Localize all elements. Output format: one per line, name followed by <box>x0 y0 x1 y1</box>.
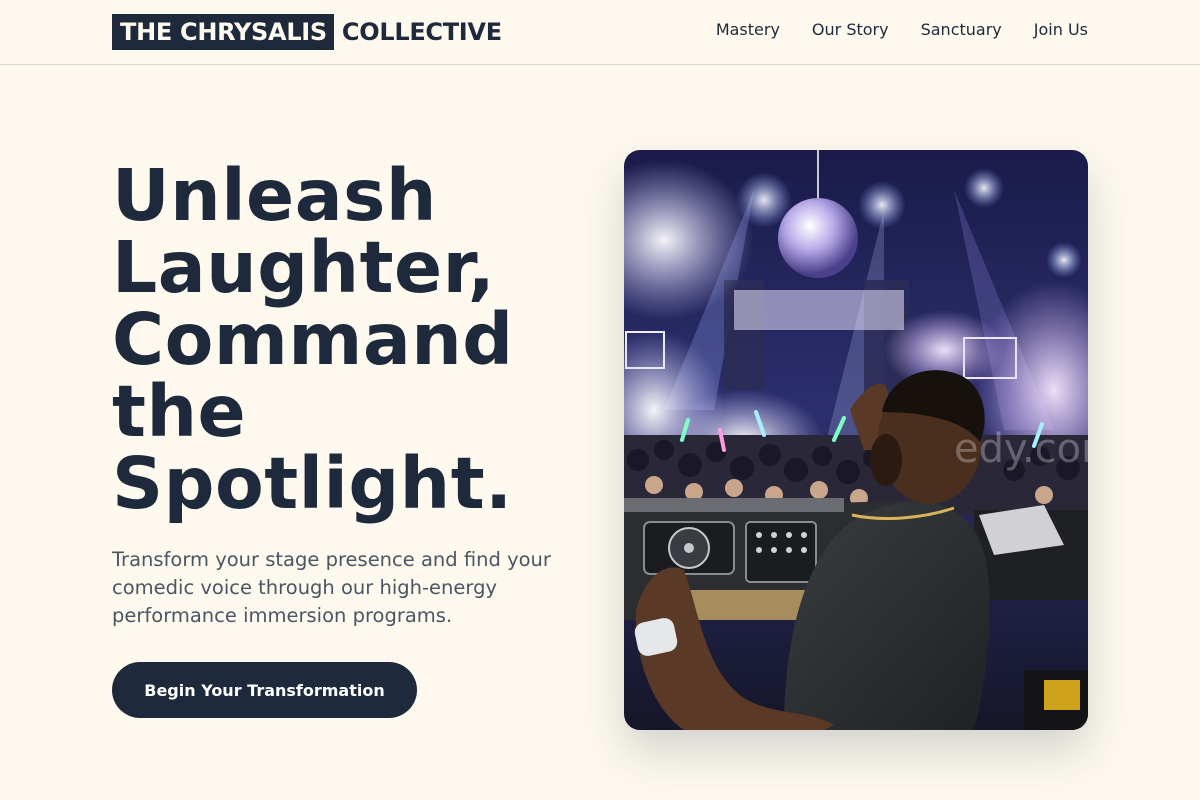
hero-title: Unleash Laughter, Command the Spotlight. <box>112 160 582 520</box>
hero-title-line: Unleash <box>112 154 437 237</box>
nav-item-our-story[interactable]: Our Story <box>812 20 889 39</box>
begin-transformation-button[interactable]: Begin Your Transformation <box>112 662 417 718</box>
main-nav: Mastery Our Story Sanctuary Join Us <box>716 20 1088 39</box>
svg-text:edy.com: edy.com <box>954 426 1088 472</box>
hero-title-line: the <box>112 370 247 453</box>
brand-logo-highlight: THE CHRYSALIS <box>112 14 334 50</box>
site-header: THE CHRYSALIS COLLECTIVE Mastery Our Sto… <box>0 0 1200 65</box>
brand-logo[interactable]: THE CHRYSALIS COLLECTIVE <box>112 14 502 50</box>
hero-title-line: Command <box>112 298 514 381</box>
hero-subtitle: Transform your stage presence and find y… <box>112 548 551 627</box>
nav-item-mastery[interactable]: Mastery <box>716 20 780 39</box>
brand-logo-rest: COLLECTIVE <box>341 18 502 46</box>
dj-crowd-illustration: edy.com <box>624 150 1088 730</box>
hero-title-line: Spotlight. <box>112 442 513 525</box>
nav-item-join-us[interactable]: Join Us <box>1034 20 1088 39</box>
hero-photo: edy.com <box>624 150 1088 730</box>
nav-item-sanctuary[interactable]: Sanctuary <box>921 20 1002 39</box>
hero-title-line: Laughter, <box>112 226 496 309</box>
